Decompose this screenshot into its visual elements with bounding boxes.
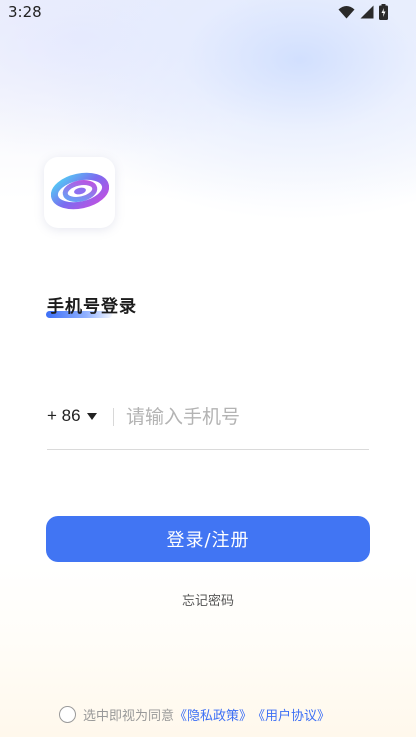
country-code-selector[interactable]: + 86: [47, 406, 97, 426]
agreement-prefix: 选中即视为同意: [83, 709, 175, 724]
forgot-password-link: 忘记密码: [0, 590, 416, 609]
signal-icon: [360, 5, 374, 19]
privacy-policy-link[interactable]: 《隐私政策》: [174, 705, 252, 724]
country-code-label: + 86: [47, 406, 81, 425]
wifi-icon: [338, 5, 355, 19]
page-title: 手机号登录: [47, 297, 137, 317]
phone-input-row: + 86: [47, 400, 369, 436]
caret-down-icon: [86, 412, 97, 420]
status-bar: 3:28: [0, 0, 416, 24]
forgot-password-label[interactable]: 忘记密码: [182, 594, 234, 609]
user-agreement-link[interactable]: 《用户协议》: [252, 705, 330, 724]
phone-input[interactable]: [126, 402, 366, 432]
status-time: 3:28: [8, 3, 42, 21]
status-icons: [338, 4, 388, 20]
background: [0, 0, 416, 737]
divider: [113, 408, 114, 426]
login-register-button[interactable]: 登录/注册: [46, 516, 370, 562]
swirl-logo-icon: [50, 168, 109, 218]
input-underline: [47, 449, 369, 450]
agreement-row: 选中即视为同意 《隐私政策》 《用户协议》: [59, 705, 330, 724]
agreement-checkbox[interactable]: [59, 706, 76, 723]
app-logo: [44, 157, 115, 228]
battery-icon: [379, 4, 388, 20]
